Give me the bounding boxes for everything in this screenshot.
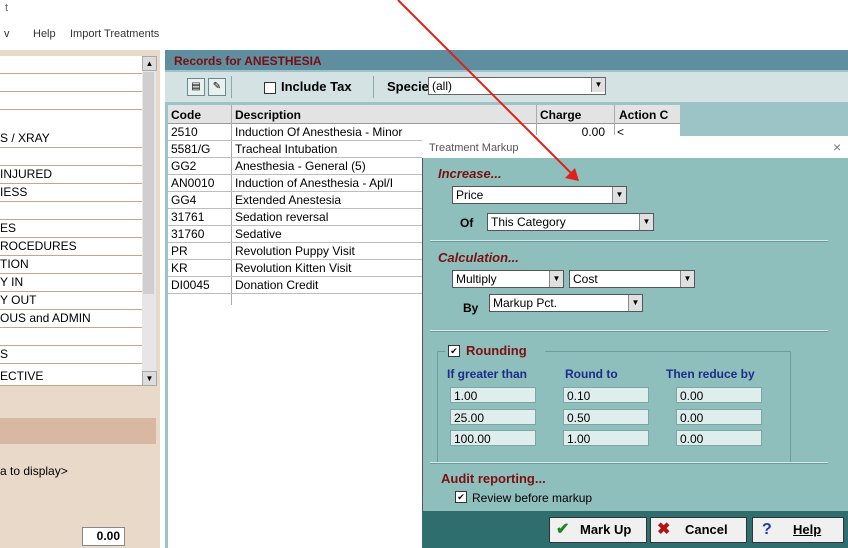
annotation-arrow [397, 0, 579, 181]
arrow-shaft [397, 0, 573, 175]
